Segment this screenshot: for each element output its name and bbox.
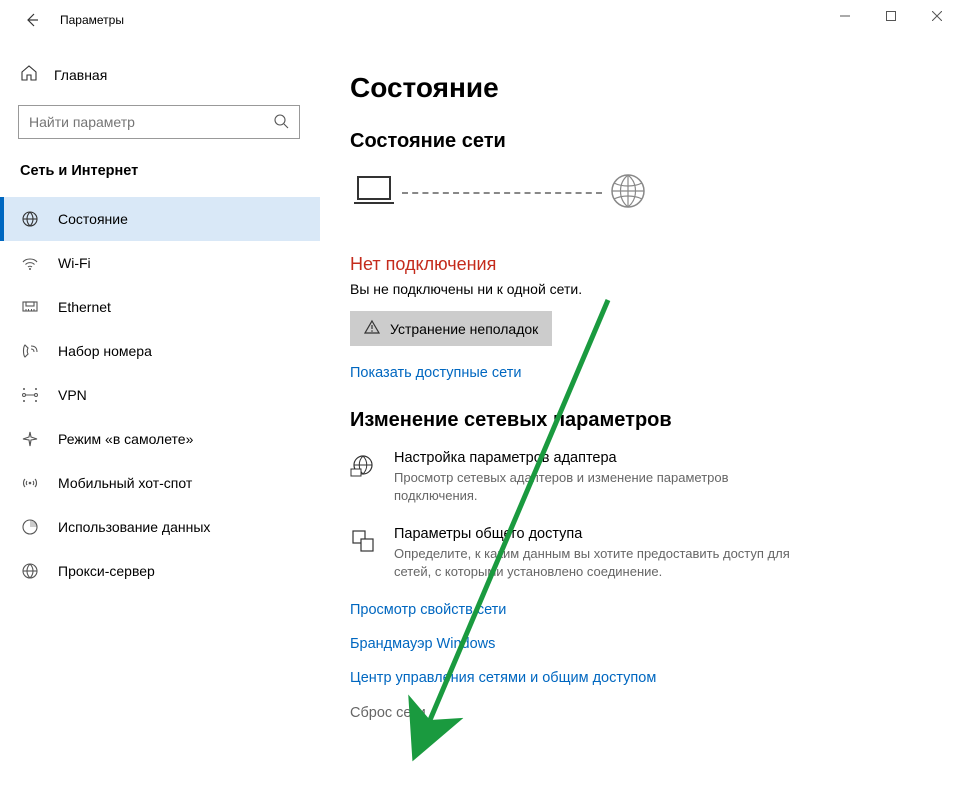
window-controls [822,0,960,32]
maximize-button[interactable] [868,0,914,32]
back-button[interactable] [18,6,46,34]
sidebar-item-proxy[interactable]: Прокси-сервер [0,549,320,593]
sidebar-category: Сеть и Интернет [0,163,320,179]
sharing-icon [350,526,376,580]
adapter-options-row[interactable]: Настройка параметров адаптера Просмотр с… [350,450,930,504]
sidebar-item-ethernet[interactable]: Ethernet [0,285,320,329]
window-title: Параметры [60,13,124,27]
network-diagram [350,171,930,214]
sidebar-item-vpn[interactable]: VPN [0,373,320,417]
troubleshoot-button[interactable]: Устранение неполадок [350,311,552,346]
control-center-link[interactable]: Центр управления сетями и общим доступом [350,670,930,686]
change-network-heading: Изменение сетевых параметров [350,409,930,432]
airplane-icon [20,429,40,449]
sidebar-item-wifi[interactable]: Wi-Fi [0,241,320,285]
sidebar-item-hotspot[interactable]: Мобильный хот-спот [0,461,320,505]
network-status-heading: Состояние сети [350,130,930,153]
globe-icon [608,171,648,214]
dialup-icon [20,341,40,361]
firewall-link[interactable]: Брандмауэр Windows [350,636,930,652]
titlebar: Параметры [0,0,960,40]
sidebar-item-status[interactable]: Состояние [0,197,320,241]
status-icon [20,209,40,229]
page-title: Состояние [350,72,930,104]
view-props-link[interactable]: Просмотр свойств сети [350,602,930,618]
home-label: Главная [54,67,107,83]
troubleshoot-label: Устранение неполадок [390,321,538,337]
vpn-icon [20,385,40,405]
wifi-icon [20,253,40,273]
adapter-title: Настройка параметров адаптера [394,450,814,466]
proxy-icon [20,561,40,581]
home-link[interactable]: Главная [0,58,320,91]
sidebar-item-data-usage[interactable]: Использование данных [0,505,320,549]
sidebar-item-airplane[interactable]: Режим «в самолете» [0,417,320,461]
sidebar-item-label: Прокси-сервер [58,563,155,579]
connection-line [402,192,602,194]
hotspot-icon [20,473,40,493]
home-icon [20,64,38,85]
show-networks-link[interactable]: Показать доступные сети [350,365,521,381]
sidebar: Главная Сеть и Интернет Состояние Wi-Fi [0,40,320,800]
sharing-options-row[interactable]: Параметры общего доступа Определите, к к… [350,526,930,580]
sidebar-item-label: Использование данных [58,519,210,535]
sidebar-item-dialup[interactable]: Набор номера [0,329,320,373]
sidebar-item-label: Состояние [58,211,128,227]
search-icon [273,113,289,132]
sharing-title: Параметры общего доступа [394,526,814,542]
sidebar-item-label: Режим «в самолете» [58,431,193,447]
main-content: Состояние Состояние сети Нет подключения… [320,40,960,800]
adapter-desc: Просмотр сетевых адаптеров и изменение п… [394,469,814,504]
no-connection-title: Нет подключения [350,254,930,275]
warning-icon [364,319,380,338]
data-usage-icon [20,517,40,537]
laptop-icon [352,173,396,212]
adapter-icon [350,450,376,504]
sidebar-item-label: Набор номера [58,343,152,359]
no-connection-subtitle: Вы не подключены ни к одной сети. [350,281,930,297]
close-button[interactable] [914,0,960,32]
sidebar-item-label: Ethernet [58,299,111,315]
search-box[interactable] [18,105,300,139]
sidebar-item-label: Wi-Fi [58,255,91,271]
sidebar-item-label: Мобильный хот-спот [58,475,192,491]
sharing-desc: Определите, к каким данным вы хотите пре… [394,545,814,580]
sidebar-item-label: VPN [58,387,87,403]
minimize-button[interactable] [822,0,868,32]
reset-network-link[interactable]: Сброс сети [350,705,426,721]
search-input[interactable] [29,114,250,130]
ethernet-icon [20,297,40,317]
